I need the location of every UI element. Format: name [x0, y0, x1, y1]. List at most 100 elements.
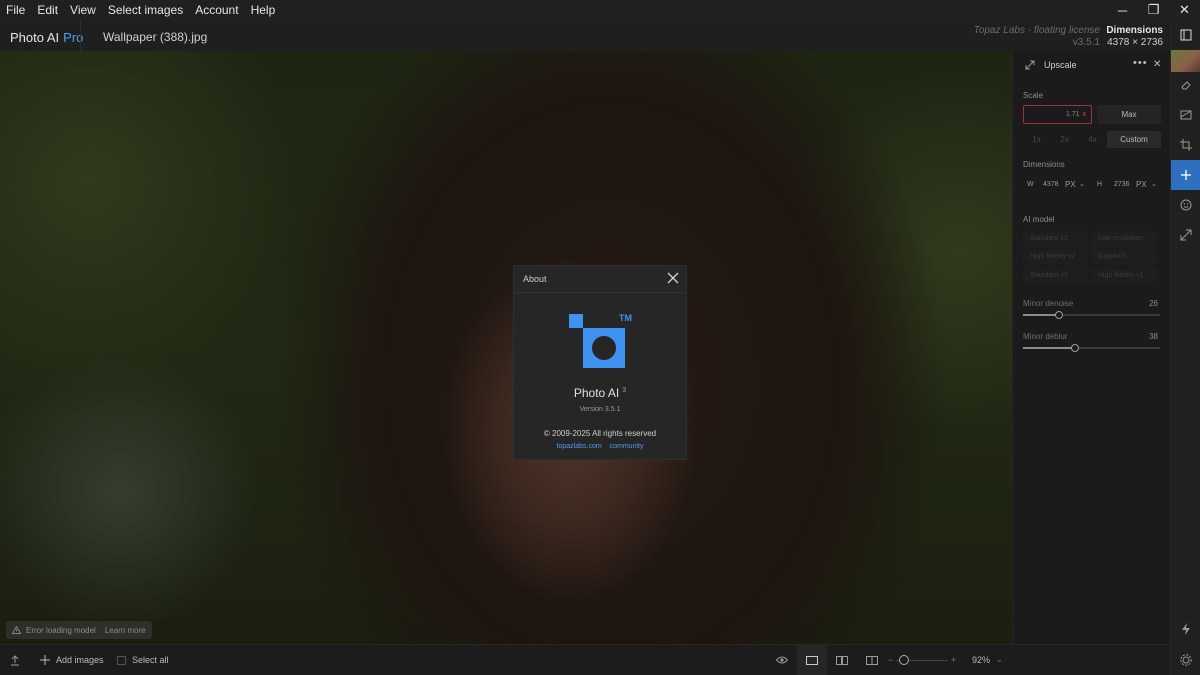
adjust-icon[interactable] — [1171, 100, 1200, 130]
split-view-icon[interactable] — [857, 645, 887, 675]
app-name: Photo AI — [10, 30, 60, 45]
license-info: Topaz Labs - floating license v3.5.1 — [974, 25, 1100, 49]
about-copyright: © 2009-2025 All rights reserved — [543, 429, 657, 438]
model-standard-v1[interactable]: Standard v1 — [1023, 268, 1089, 284]
dimensions-label: Dimensions — [1023, 160, 1065, 169]
close-window-button[interactable]: ✕ — [1169, 0, 1200, 20]
denoise-label: Minor denoise — [1023, 299, 1074, 308]
height-prefix: H — [1097, 181, 1103, 188]
select-all-toggle[interactable]: Select all — [117, 655, 169, 665]
dimensions-title: Dimensions — [1106, 25, 1163, 36]
tool-rail — [1170, 20, 1200, 675]
panel-header: Upscale ••• ✕ — [1013, 51, 1171, 79]
topazlabs-link[interactable]: topazlabs.com — [557, 443, 602, 450]
license-text: Topaz Labs - floating license — [973, 25, 1100, 36]
menu-edit[interactable]: Edit — [31, 0, 64, 20]
window-controls: ─ ❐ ✕ — [1107, 0, 1200, 20]
zoom-in-icon[interactable]: + — [951, 655, 956, 665]
width-prefix: W — [1027, 181, 1034, 188]
canvas-dim-overlay — [0, 51, 1012, 644]
deblur-label: Minor deblur — [1023, 332, 1068, 341]
more-options-icon[interactable]: ••• — [1133, 57, 1148, 69]
warning-icon — [12, 626, 21, 634]
minimize-button[interactable]: ─ — [1107, 0, 1138, 20]
add-images-button[interactable]: Add images — [40, 655, 104, 665]
height-unit[interactable]: PX — [1136, 176, 1147, 193]
scale-unit: x — [1082, 111, 1087, 118]
scale-label: Scale — [1023, 91, 1044, 100]
height-input[interactable]: 2736 — [1114, 176, 1130, 193]
learn-more-link[interactable]: Learn more — [105, 626, 146, 635]
about-title: About — [523, 274, 547, 284]
about-links: topazlabs.com community — [514, 443, 686, 450]
menu-view[interactable]: View — [64, 0, 102, 20]
file-tab[interactable]: Wallpaper (388).jpg — [80, 20, 229, 51]
image-thumbnail[interactable] — [1171, 50, 1200, 72]
zoom-level[interactable]: 92% — [972, 655, 990, 665]
dimensions-value: 4378 × 2736 — [1107, 37, 1163, 48]
scale-input[interactable]: 1.71 x — [1023, 105, 1092, 124]
menu-bar: File Edit View Select images Account Hel… — [0, 0, 1200, 20]
license-version: v3.5.1 — [1072, 37, 1100, 48]
model-high-fidelity-v1[interactable]: High fidelity v1 — [1091, 268, 1157, 284]
select-all-label: Select all — [132, 655, 169, 665]
max-scale-button[interactable]: Max — [1097, 105, 1161, 124]
panel-title: Upscale — [1044, 60, 1077, 70]
model-standard-v2[interactable]: Standard v2 — [1023, 231, 1089, 247]
trademark-mark: TM — [619, 313, 632, 323]
menu-account[interactable]: Account — [189, 0, 244, 20]
chevron-down-icon[interactable]: ⌄ — [996, 655, 1003, 664]
chevron-down-icon[interactable]: ⌄ — [1151, 176, 1157, 193]
image-canvas[interactable]: Error loading model Learn more — [0, 51, 1012, 644]
about-dialog: About TM Photo AI 3 Version 3.5.1 © 2009-… — [513, 265, 687, 460]
export-settings-icon[interactable] — [1171, 645, 1200, 675]
about-app-name: Photo AI 3 — [514, 386, 686, 400]
zoom-slider-thumb[interactable] — [899, 655, 909, 665]
preset-1x-button[interactable]: 1x — [1023, 131, 1050, 148]
select-all-checkbox[interactable] — [117, 655, 126, 665]
deblur-value: 38 — [1149, 332, 1158, 341]
side-by-side-view-icon[interactable] — [827, 645, 857, 675]
width-input[interactable]: 4378 — [1043, 176, 1059, 193]
error-text: Error loading model — [26, 625, 96, 635]
community-link[interactable]: community — [610, 443, 644, 450]
deblur-slider-fill — [1023, 347, 1075, 349]
menu-help[interactable]: Help — [245, 0, 282, 20]
eraser-icon[interactable] — [1171, 70, 1200, 100]
preset-4x-button[interactable]: 4x — [1079, 131, 1106, 148]
custom-scale-button[interactable]: Custom — [1107, 131, 1161, 148]
denoise-slider-fill — [1023, 314, 1059, 316]
width-unit[interactable]: PX — [1065, 176, 1076, 193]
model-graphics[interactable]: Graphics — [1091, 249, 1157, 265]
toggle-panel-icon[interactable] — [1171, 20, 1200, 50]
bottom-bar: Add images Select all − + 92% ⌄ — [0, 644, 1170, 675]
restore-button[interactable]: ❐ — [1138, 0, 1169, 20]
panel-close-icon[interactable]: ✕ — [1153, 59, 1161, 70]
denoise-slider[interactable] — [1023, 311, 1160, 319]
denoise-value: 26 — [1149, 299, 1158, 308]
model-low-resolution[interactable]: Low resolution — [1091, 231, 1157, 247]
menu-select-images[interactable]: Select images — [102, 0, 189, 20]
chevron-down-icon[interactable]: ⌄ — [1079, 176, 1085, 193]
face-icon[interactable] — [1171, 190, 1200, 220]
menu-file[interactable]: File — [0, 0, 31, 20]
deblur-slider[interactable] — [1023, 344, 1160, 352]
about-app-major: 3 — [622, 387, 627, 394]
close-icon[interactable] — [666, 271, 680, 285]
denoise-slider-thumb[interactable] — [1055, 311, 1063, 319]
enhance-plus-icon[interactable] — [1171, 160, 1200, 190]
crop-icon[interactable] — [1171, 130, 1200, 160]
zoom-out-icon[interactable]: − — [888, 655, 893, 665]
upload-icon[interactable] — [10, 655, 20, 666]
app-title: Photo AI Pro — [10, 30, 83, 45]
model-high-fidelity-v2[interactable]: High fidelity v2 — [1023, 249, 1089, 265]
plus-icon — [40, 655, 50, 665]
lightning-icon[interactable] — [1171, 614, 1200, 644]
ai-model-label: AI model — [1023, 215, 1055, 224]
deblur-slider-thumb[interactable] — [1071, 344, 1079, 352]
single-view-icon[interactable] — [797, 645, 827, 675]
preview-eye-icon[interactable] — [767, 645, 797, 675]
upscale-tool-icon[interactable] — [1171, 220, 1200, 250]
error-notice: Error loading model Learn more — [6, 621, 152, 639]
preset-2x-button[interactable]: 2x — [1051, 131, 1078, 148]
